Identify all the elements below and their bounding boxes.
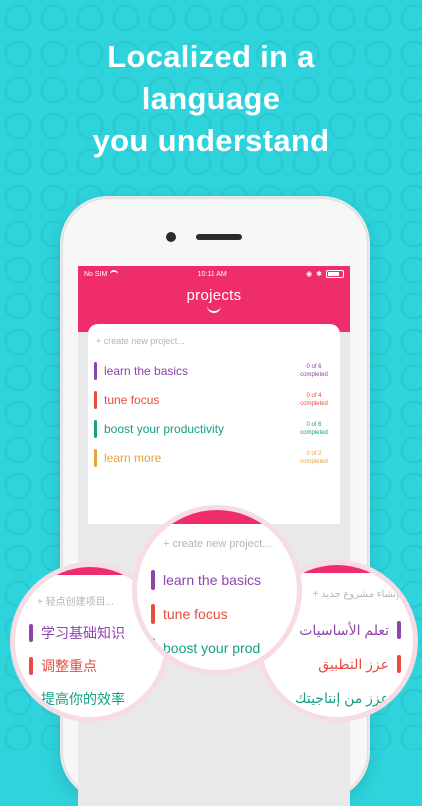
project-name: boost your productivity (104, 422, 225, 436)
lens-placeholder: + create new project... (163, 538, 272, 550)
project-color-bar (94, 362, 97, 380)
headline: Localized in a language you understand (0, 36, 422, 162)
project-row-learn-more[interactable]: learn more 0 of 2 completed (94, 447, 334, 469)
headline-line-3: you understand (92, 123, 330, 158)
project-progress: 0 of 6 completed (294, 363, 334, 379)
lens-row: تعلم الأساسيات (299, 621, 401, 639)
lens-color-bar (151, 570, 155, 590)
headline-line-1: Localized in a (107, 39, 315, 74)
lens-row: tune focus (151, 604, 228, 624)
project-list-card: + create new project... learn the basics… (88, 324, 340, 524)
speaker-grille (196, 234, 242, 240)
progress-count: 0 of 4 (306, 393, 322, 399)
lens-row: عزز من إنتاجيتك (295, 689, 401, 707)
progress-status: completed (300, 459, 328, 465)
lens-item: 学习基础知识 (41, 625, 125, 641)
lens-color-bar (397, 655, 401, 673)
project-color-bar (94, 391, 97, 409)
project-progress: 0 of 2 completed (294, 450, 334, 466)
lens-row: 学习基础知识 (29, 623, 125, 643)
lens-item: 提高你的效率 (41, 691, 125, 707)
lens-item: learn the basics (163, 572, 262, 588)
lens-row: 调整重点 (29, 656, 97, 676)
lens-placeholder: + إنشاء مشروع جديد (312, 589, 399, 600)
project-color-bar (94, 420, 97, 438)
progress-count: 0 of 6 (306, 364, 322, 370)
lens-item: 调整重点 (41, 658, 97, 674)
project-name: tune focus (104, 393, 160, 407)
camera-icon (166, 232, 176, 242)
lens-row: boost your prod (151, 638, 260, 658)
project-name: learn more (104, 451, 162, 465)
project-row-learn-basics[interactable]: learn the basics 0 of 6 completed (94, 360, 334, 382)
project-row-tune-focus[interactable]: tune focus 0 of 4 completed (94, 389, 334, 411)
lens-color-bar (29, 624, 33, 642)
alarm-icon: ◉ (306, 271, 313, 278)
progress-count: 0 of 6 (306, 422, 322, 428)
lens-color-bar (29, 690, 33, 708)
smile-icon (207, 306, 221, 313)
progress-status: completed (300, 430, 328, 436)
project-color-bar (94, 449, 97, 467)
project-progress: 0 of 6 completed (294, 421, 334, 437)
project-name: learn the basics (104, 364, 189, 378)
app-header: No SIM 10:11 AM ◉ ✱ projects (78, 266, 350, 332)
status-time: 10:11 AM (197, 270, 227, 278)
lens-color-bar (151, 604, 155, 624)
lens-color-bar (397, 621, 401, 639)
lens-item: تعلم الأساسيات (299, 621, 389, 638)
lens-color-bar (151, 638, 155, 658)
lens-row: learn the basics (151, 570, 261, 590)
app-title: projects (186, 287, 242, 304)
lens-row: عزز التطبيق (318, 655, 401, 673)
progress-status: completed (300, 401, 328, 407)
lens-item: boost your prod (163, 640, 261, 656)
carrier-info: No SIM (84, 270, 119, 278)
lens-item: tune focus (163, 606, 228, 622)
progress-status: completed (300, 372, 328, 378)
project-row-boost-productivity[interactable]: boost your productivity 0 of 6 completed (94, 418, 334, 440)
project-progress: 0 of 4 completed (294, 392, 334, 408)
lens-color-bar (397, 689, 401, 707)
bluetooth-icon: ✱ (316, 271, 322, 278)
battery-icon (325, 270, 344, 278)
magnifier-english: + create new project... learn the basics… (132, 505, 302, 675)
carrier-label: No SIM (84, 270, 108, 278)
create-project-input[interactable]: + create new project... (88, 324, 340, 346)
headline-line-2: language (141, 81, 281, 116)
lens-row: 提高你的效率 (29, 689, 125, 709)
lens-header-band (137, 510, 297, 524)
progress-count: 0 of 2 (306, 451, 322, 457)
wifi-icon (110, 270, 119, 278)
status-right: ◉ ✱ (306, 270, 344, 278)
lens-placeholder: + 轻点创建项目... (37, 597, 114, 608)
lens-item: عزز من إنتاجيتك (295, 689, 389, 706)
status-bar: No SIM 10:11 AM ◉ ✱ (78, 266, 350, 278)
lens-item: عزز التطبيق (318, 655, 389, 672)
lens-color-bar (29, 657, 33, 675)
